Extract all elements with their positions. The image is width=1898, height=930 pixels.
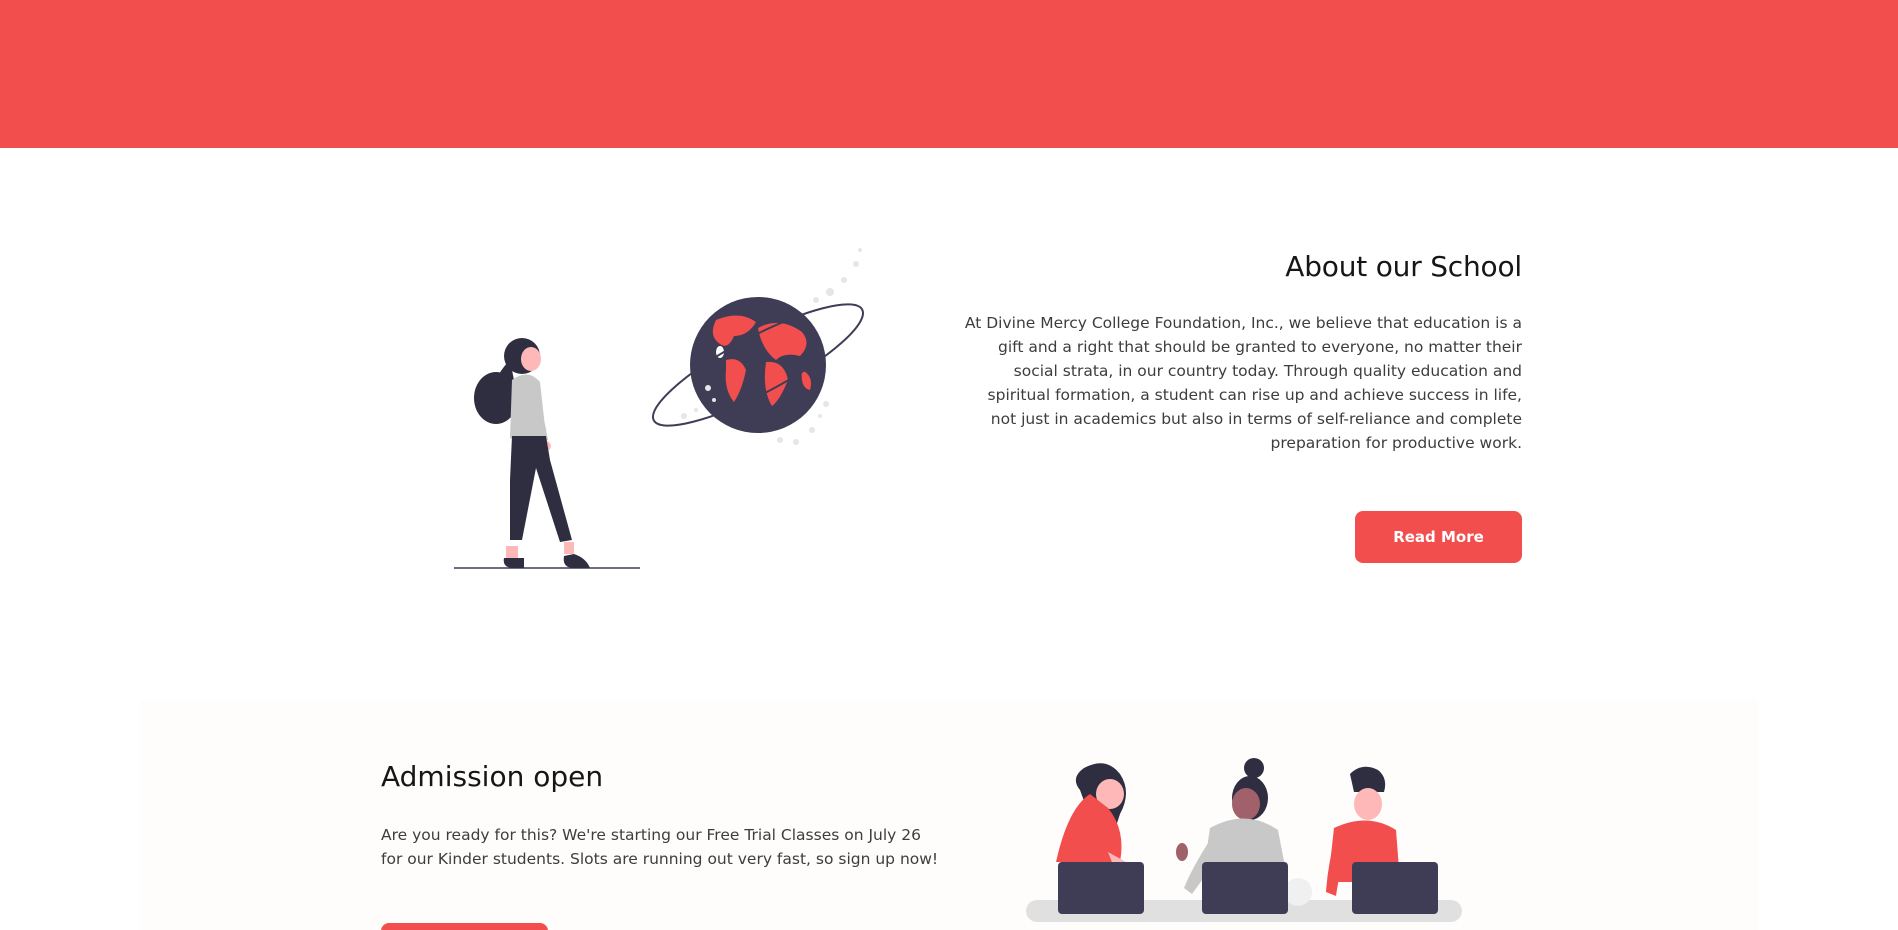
admission-title: Admission open bbox=[381, 760, 604, 793]
sign-up-button[interactable] bbox=[381, 923, 548, 930]
admission-description: Are you ready for this? We're starting o… bbox=[381, 826, 939, 868]
about-section: About our School At Divine Mercy College… bbox=[960, 250, 1522, 455]
read-more-button[interactable]: Read More bbox=[1355, 511, 1522, 563]
about-description: At Divine Mercy College Foundation, Inc.… bbox=[964, 314, 1522, 452]
admission-section: Admission open Are you ready for this? W… bbox=[381, 760, 941, 871]
about-title: About our School bbox=[1285, 250, 1522, 283]
woman-globe-illustration bbox=[440, 240, 880, 580]
students-laptops-illustration bbox=[970, 712, 1522, 930]
top-banner bbox=[0, 0, 1898, 148]
